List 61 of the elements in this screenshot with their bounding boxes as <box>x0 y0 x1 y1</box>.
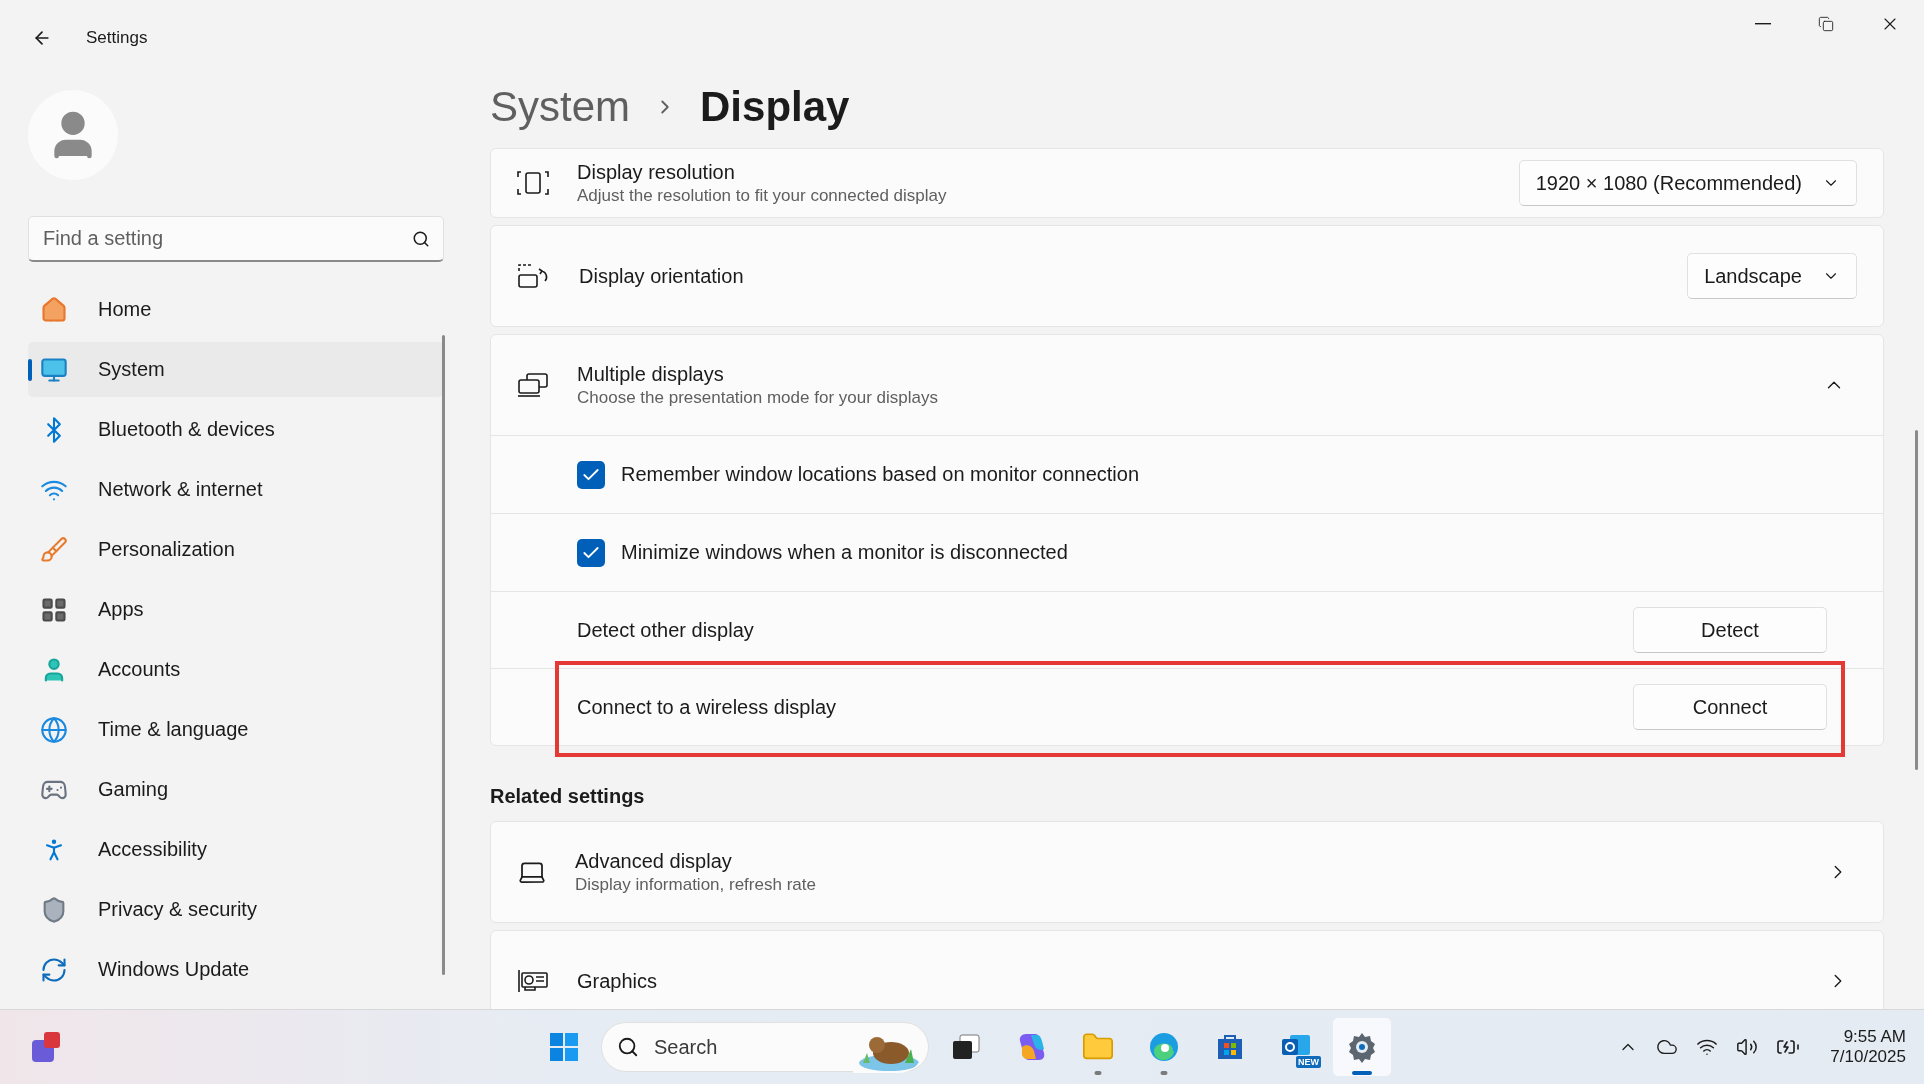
taskbar-app-button[interactable]: NEW <box>1267 1018 1325 1076</box>
browser-icon <box>1148 1031 1180 1063</box>
setting-title: Graphics <box>577 969 659 993</box>
clock[interactable]: 9:55 AM 7/10/2025 <box>1830 1027 1906 1067</box>
setting-title: Multiple displays <box>577 362 725 386</box>
setting-description: Display information, refresh rate <box>575 874 817 895</box>
action-button[interactable]: Detect <box>1633 607 1827 653</box>
dropdown[interactable]: 1920 × 1080 (Recommended) <box>1518 160 1857 206</box>
apps-icon <box>40 595 68 624</box>
scrollbar[interactable] <box>1915 430 1918 770</box>
new-badge: NEW <box>1296 1056 1321 1068</box>
checkbox[interactable] <box>577 538 605 567</box>
sidebar-item[interactable]: Privacy & security <box>28 882 444 937</box>
settings-search-field[interactable]: Find a setting <box>28 216 444 262</box>
setting-card[interactable]: Advanced display Display information, refresh rate <box>490 821 1884 923</box>
setting-title: Advanced display <box>575 849 733 873</box>
monitor-icon <box>40 355 68 384</box>
sidebar-item[interactable]: Time & language <box>28 702 444 757</box>
sidebar-item[interactable]: Bluetooth & devices <box>28 402 444 457</box>
setting-description: Choose the presentation mode for your displays <box>577 387 939 408</box>
store-icon <box>1215 1032 1245 1062</box>
home-icon <box>40 295 68 324</box>
gear-icon <box>1346 1031 1378 1063</box>
checkbox-label: Minimize windows when a monitor is disconnected <box>621 541 1068 564</box>
sidebar-item[interactable]: Network & internet <box>28 462 444 517</box>
setting-title: Connect to a wireless display <box>577 695 837 719</box>
sidebar-item[interactable]: Accessibility <box>28 822 444 877</box>
brush-icon <box>40 535 68 564</box>
volume-icon[interactable] <box>1736 1036 1759 1058</box>
action-button[interactable]: Connect <box>1633 684 1827 730</box>
resolution-icon <box>517 170 549 196</box>
refresh-icon <box>40 955 68 984</box>
checkbox[interactable] <box>577 460 605 489</box>
sidebar-item[interactable]: Personalization <box>28 522 444 577</box>
breadcrumb[interactable]: System <box>490 83 631 131</box>
search-icon <box>412 230 430 248</box>
restore-icon <box>1818 16 1834 32</box>
breadcrumb: Display <box>700 83 850 131</box>
globe-clock-icon <box>40 715 68 744</box>
task-view-icon <box>952 1034 980 1060</box>
setting-title: Detect other display <box>577 618 755 642</box>
dropdown[interactable]: Landscape <box>1687 253 1857 299</box>
window-title: Settings <box>86 28 148 48</box>
section-heading: Related settings <box>490 785 646 808</box>
checkbox-label: Remember window locations based on monitor connection <box>621 463 1140 486</box>
sidebar-item[interactable]: Accounts <box>28 642 444 697</box>
multiple-displays-icon <box>517 372 549 398</box>
setting-description: Adjust the resolution to fit your connected display <box>577 185 948 206</box>
sidebar-item[interactable]: Apps <box>28 582 444 637</box>
sidebar-item[interactable]: Home <box>28 282 444 337</box>
graphics-card-icon <box>517 968 549 994</box>
minimize-icon <box>1755 23 1771 25</box>
setting-title: Display resolution <box>577 160 736 184</box>
windows-logo-icon <box>550 1033 578 1061</box>
sidebar-item[interactable]: System <box>28 342 444 397</box>
setting-title: Display orientation <box>579 264 745 288</box>
sidebar-item[interactable]: Gaming <box>28 762 444 817</box>
scrollbar[interactable] <box>442 335 445 975</box>
setting-card[interactable]: Graphics <box>490 930 1884 1009</box>
search-icon <box>617 1036 639 1058</box>
sidebar-item[interactable]: Windows Update <box>28 942 444 997</box>
